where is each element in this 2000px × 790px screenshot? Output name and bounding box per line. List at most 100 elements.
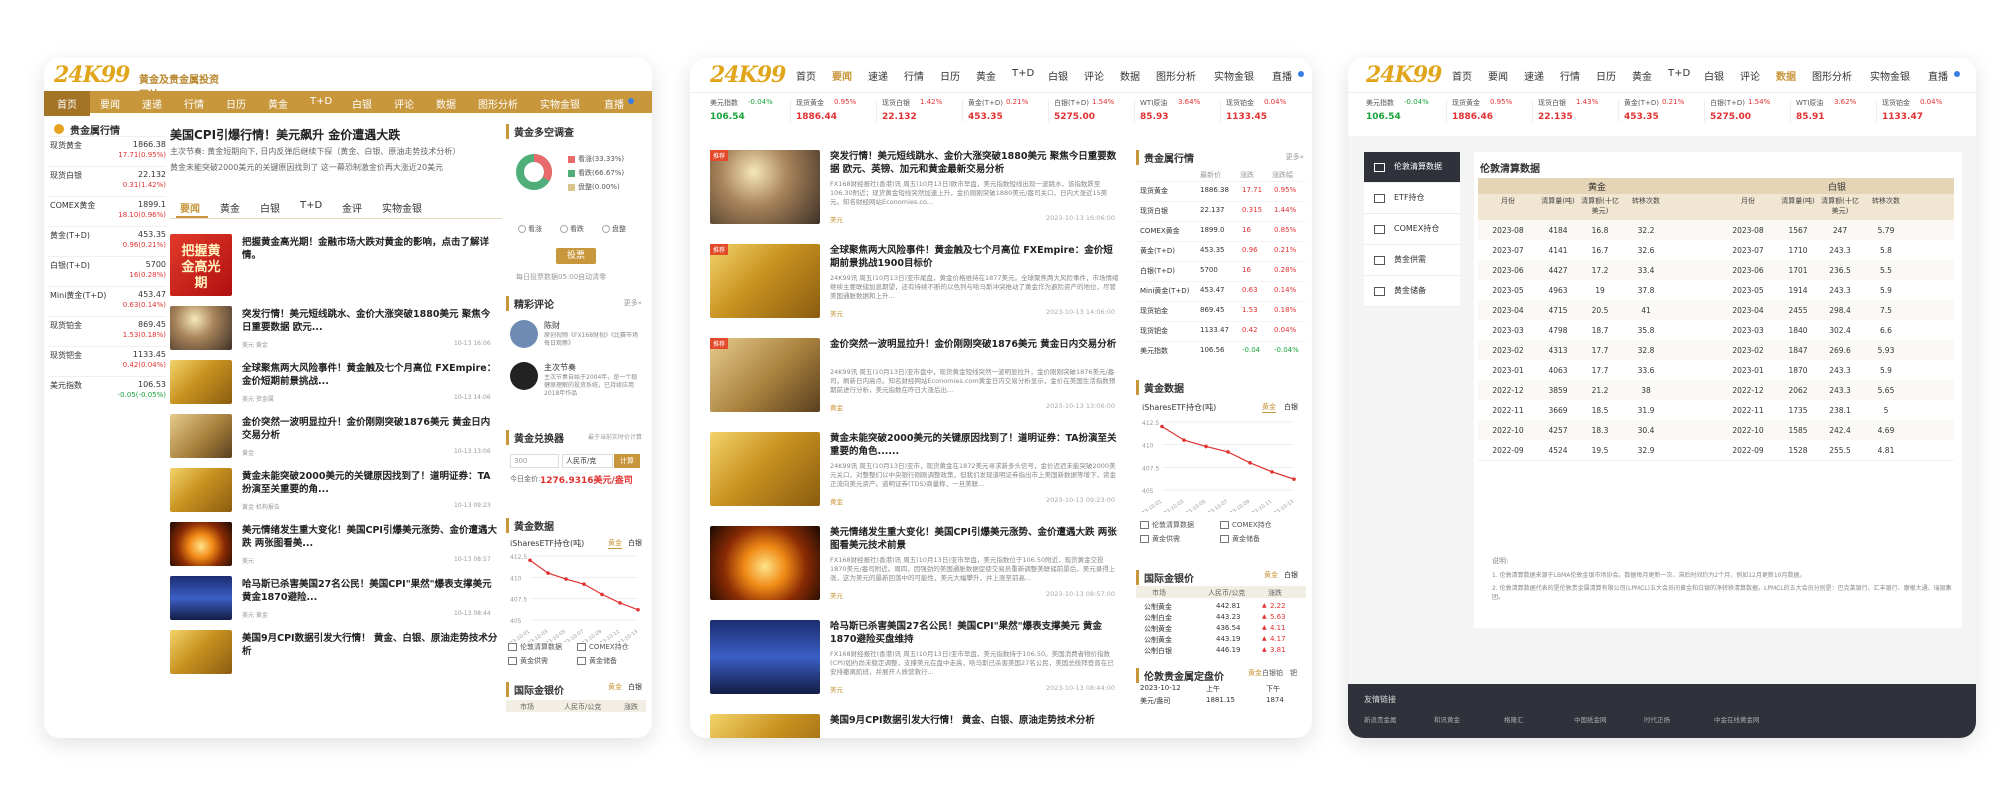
tab-physical[interactable]: 实物金银: [382, 200, 422, 215]
ticker-name[interactable]: 美元指数: [710, 98, 738, 108]
news-title[interactable]: 美元情绪发生重大变化！美国CPI引爆美元涨势、金价遭遇大跌 两张图看美...: [242, 524, 498, 550]
quote-name[interactable]: COMEX黄金: [50, 200, 95, 211]
nav-item[interactable]: 图形分析: [1156, 68, 1196, 83]
data-link-2[interactable]: 黄金供需: [508, 656, 548, 666]
london-tab[interactable]: 钯: [1290, 668, 1297, 678]
quotes-more-link[interactable]: 更多»: [1286, 152, 1304, 162]
avatar[interactable]: [510, 362, 538, 390]
converter-unit-select[interactable]: 人民币/克: [562, 454, 613, 468]
news-thumbnail[interactable]: [170, 306, 232, 350]
data-link-3[interactable]: 黄金储备: [577, 656, 617, 666]
nav-item[interactable]: 速递: [142, 96, 162, 111]
intl-tab-silver[interactable]: 白银: [628, 682, 642, 692]
footer-link[interactable]: 和讯黄金: [1434, 714, 1460, 724]
sidebar-item-0[interactable]: 伦敦清算数据: [1364, 152, 1460, 183]
sidebar-item-1[interactable]: ETF持仓: [1364, 183, 1460, 214]
quote-name[interactable]: 黄金(T+D): [50, 230, 90, 241]
data-link-0[interactable]: 伦敦清算数据: [1140, 520, 1194, 530]
quote-name[interactable]: 现货钯金: [50, 350, 82, 361]
nav-item[interactable]: 行情: [1560, 68, 1580, 83]
radio-icon[interactable]: [560, 225, 568, 233]
ticker-name[interactable]: 现货黄金: [1452, 98, 1480, 108]
table-row[interactable]: 2023-07 4141 16.7 32.6 2023-07 1710 243.3 5.8: [1478, 240, 1954, 261]
avatar[interactable]: [510, 320, 538, 348]
quote-name[interactable]: 现货黄金: [50, 140, 82, 151]
quote-name[interactable]: 现货铂金: [50, 320, 82, 331]
news-thumbnail[interactable]: [170, 468, 232, 512]
nav-item[interactable]: 直播: [604, 96, 624, 111]
london-tab[interactable]: 白银: [1262, 668, 1276, 678]
nav-item[interactable]: 直播: [1928, 68, 1948, 83]
site-logo[interactable]: 24K99 黄金及贵金属投资网站: [54, 60, 224, 101]
etf-data-point[interactable]: [1182, 438, 1186, 442]
nav-item[interactable]: 日历: [1596, 68, 1616, 83]
nav-item[interactable]: 行情: [904, 68, 924, 83]
footer-link[interactable]: 中国纸金网: [1574, 714, 1607, 724]
footer-link[interactable]: 格隆汇: [1504, 714, 1524, 724]
ticker-name[interactable]: 现货白银: [1538, 98, 1566, 108]
commenter-name[interactable]: 陈财: [544, 320, 560, 331]
quote-name[interactable]: 美元指数: [50, 380, 82, 391]
footer-link[interactable]: 中金在线黄金网: [1714, 714, 1760, 724]
intl-market[interactable]: 公制黄金: [1144, 602, 1172, 612]
etf-tab-silver[interactable]: 白银: [628, 538, 642, 548]
quote-name[interactable]: 现货白银: [1140, 206, 1168, 216]
etf-data-point[interactable]: [1204, 444, 1208, 449]
nav-item[interactable]: 实物金银: [1214, 68, 1254, 83]
comments-more-link[interactable]: 更多»: [624, 298, 642, 308]
etf-data-point[interactable]: [528, 558, 532, 563]
ticker-name[interactable]: 现货铂金: [1882, 98, 1910, 108]
table-row[interactable]: 2023-08 4184 16.8 32.2 2023-08 1567 247 5.79: [1478, 220, 1954, 241]
quote-name[interactable]: Mini黄金(T+D): [1140, 286, 1189, 296]
news-title[interactable]: 突发行情！美元短线跳水、金价大涨突破1880美元 聚焦今日重要数据 欧元...: [242, 308, 498, 334]
ticker-name[interactable]: 黄金(T+D): [1624, 98, 1659, 108]
intl-market[interactable]: 公制黄金: [1144, 624, 1172, 634]
nav-item[interactable]: T+D: [310, 96, 332, 107]
intl-market[interactable]: 公制黄金: [1144, 635, 1172, 645]
nav-item[interactable]: 白银: [352, 96, 372, 111]
nav-item[interactable]: 速递: [1524, 68, 1544, 83]
table-row[interactable]: 2023-03 4798 18.7 35.8 2023-03 1840 302.4 6.6: [1478, 320, 1954, 341]
news-title[interactable]: 美元情绪发生重大变化！美国CPI引爆美元涨势、金价遭遇大跌 两张图看美元技术前景: [830, 526, 1120, 552]
nav-item[interactable]: 图形分析: [1812, 68, 1852, 83]
news-thumbnail[interactable]: 推荐: [710, 244, 820, 318]
nav-item[interactable]: T+D: [1012, 68, 1034, 79]
ticker-name[interactable]: WTI原油: [1140, 98, 1167, 108]
headline[interactable]: 美国CPI引爆行情！美元飙升 金价遭遇大跌: [170, 126, 500, 143]
nav-item[interactable]: 评论: [1740, 68, 1760, 83]
nav-item[interactable]: 行情: [184, 96, 204, 111]
etf-data-point[interactable]: [1292, 477, 1296, 481]
nav-item[interactable]: 白银: [1704, 68, 1724, 83]
data-link-1[interactable]: COMEX持仓: [577, 642, 629, 652]
nav-item[interactable]: 首页: [796, 68, 816, 83]
ticker-name[interactable]: 白银(T+D): [1710, 98, 1745, 108]
news-title[interactable]: 哈马斯已杀害美国27名公民！美国CPI"果然"爆表支撑美元 黄金1870避险买盘…: [830, 620, 1120, 646]
quote-name[interactable]: 现货钯金: [1140, 326, 1168, 336]
intl-tab-silver[interactable]: 白银: [1284, 570, 1298, 580]
london-tab[interactable]: 铂: [1276, 668, 1283, 678]
data-link-3[interactable]: 黄金储备: [1220, 534, 1260, 544]
nav-item[interactable]: 首页: [44, 91, 90, 116]
etf-data-point[interactable]: [582, 582, 586, 586]
nav-item[interactable]: T+D: [1668, 68, 1690, 79]
table-row[interactable]: 2022-11 3669 18.5 31.9 2022-11 1735 238.1 5: [1478, 400, 1954, 421]
quote-name[interactable]: 现货铂金: [1140, 306, 1168, 316]
nav-item[interactable]: 直播: [1272, 68, 1292, 83]
news-title[interactable]: 黄金未能突破2000美元的关键原因找到了！道明证券：TA扮演至关重要的角...: [242, 470, 498, 496]
ticker-name[interactable]: 现货铂金: [1226, 98, 1254, 108]
nav-item[interactable]: 数据: [1120, 68, 1140, 83]
sidebar-item-3[interactable]: 黄金供需: [1364, 245, 1460, 276]
tab-comment[interactable]: 金评: [342, 200, 362, 215]
ticker-name[interactable]: WTI原油: [1796, 98, 1823, 108]
nav-item[interactable]: 黄金: [268, 96, 288, 111]
nav-item[interactable]: 速递: [868, 68, 888, 83]
news-thumbnail[interactable]: [170, 630, 232, 674]
nav-item[interactable]: 首页: [1452, 68, 1472, 83]
news-title[interactable]: 黄金未能突破2000美元的关键原因找到了！道明证券：TA扮演至关重要的角色...…: [830, 432, 1120, 458]
table-row[interactable]: 2022-10 4257 18.3 30.4 2022-10 1585 242.4 4.69: [1478, 420, 1954, 441]
news-title[interactable]: 哈马斯已杀害美国27名公民！美国CPI"果然"爆表支撑美元 黄金1870避险..…: [242, 578, 498, 604]
nav-item[interactable]: 评论: [394, 96, 414, 111]
etf-data-point[interactable]: [618, 601, 622, 605]
intl-tab-gold[interactable]: 黄金: [1264, 570, 1278, 580]
sidebar-item-4[interactable]: 黄金储备: [1364, 276, 1460, 307]
